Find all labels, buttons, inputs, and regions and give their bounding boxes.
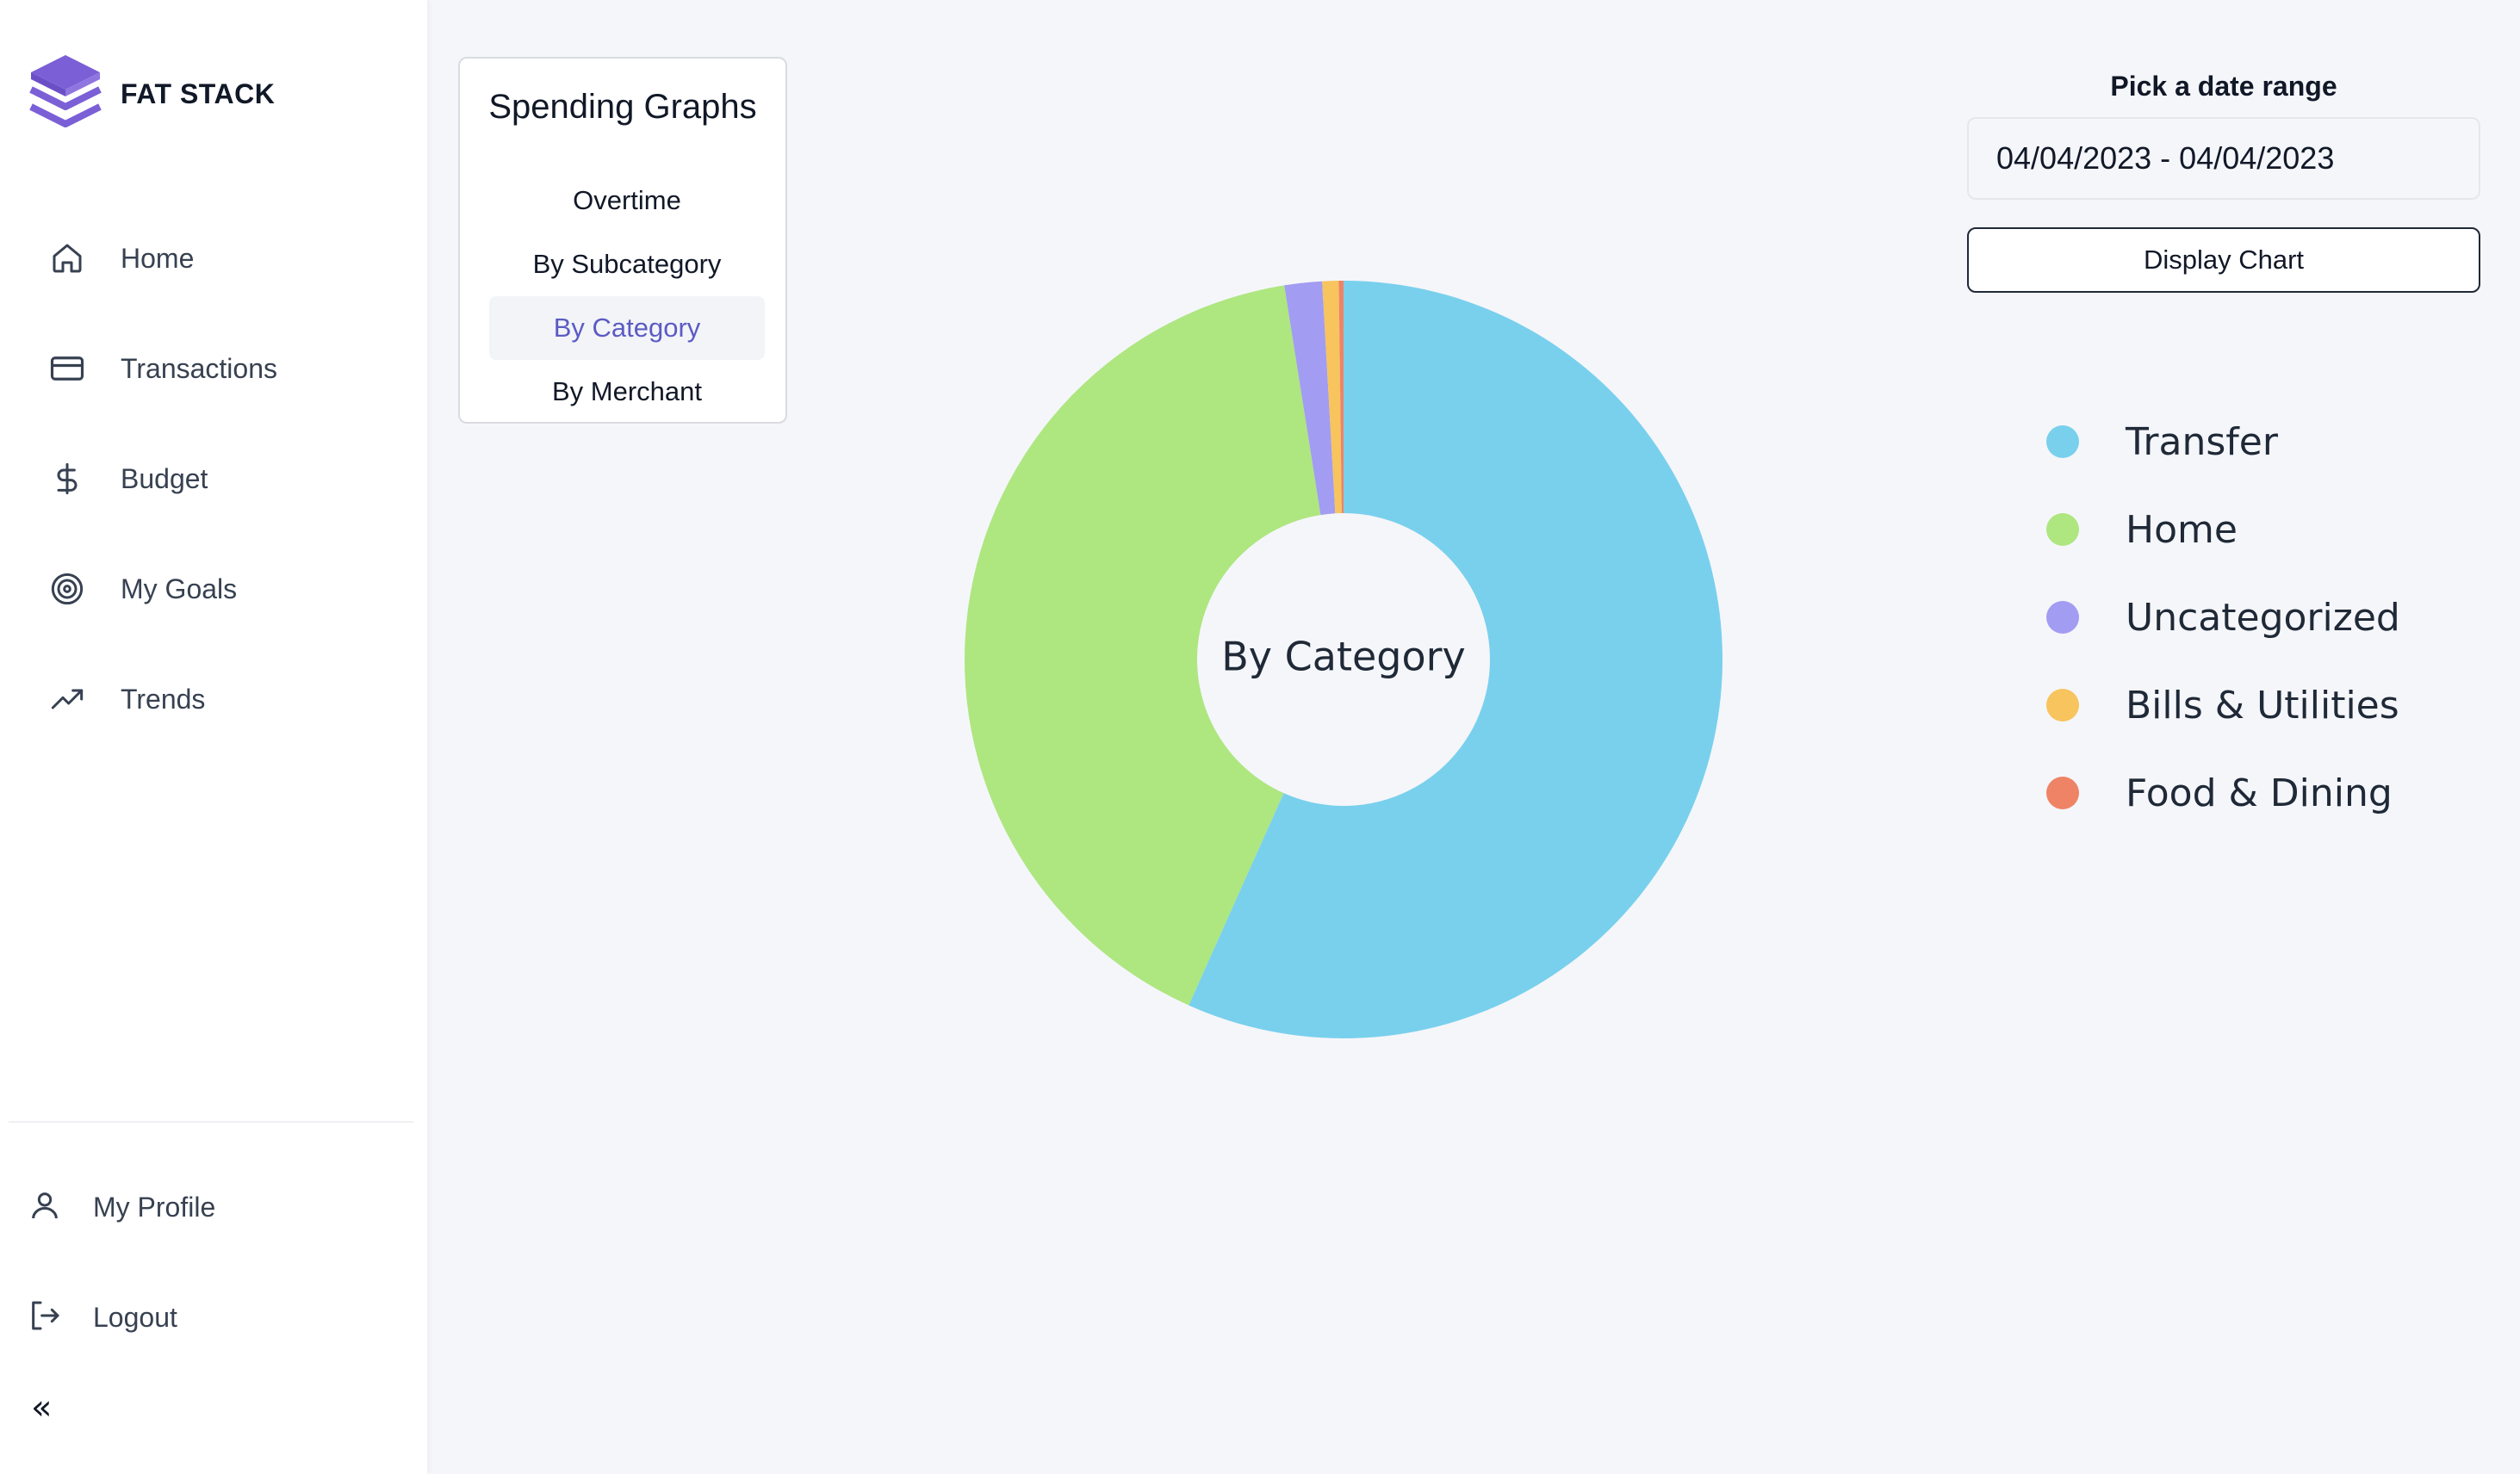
sidebar-item-label: My Goals [121, 573, 238, 604]
spending-graphs-menu: Spending Graphs Overtime By Subcategory … [458, 57, 787, 424]
legend-swatch [2046, 513, 2079, 546]
sidebar-item-logout[interactable]: Logout [28, 1291, 177, 1343]
sidebar-item-goals[interactable]: My Goals [48, 563, 237, 615]
category-donut-chart: By Category [965, 281, 1723, 1038]
sidebar-divider [9, 1121, 413, 1123]
chart-center-label: By Category [1221, 634, 1466, 680]
sidebar-item-home[interactable]: Home [48, 232, 194, 284]
legend-label: Bills & Utilities [2126, 683, 2399, 728]
chart-legend: Transfer Home Uncategorized Bills & Utiliti… [2046, 398, 2400, 837]
sidebar-item-transactions[interactable]: Transactions [48, 343, 277, 394]
sidebar-item-label: Budget [121, 462, 208, 494]
home-icon [48, 239, 86, 277]
legend-swatch [2046, 689, 2079, 722]
logout-icon [28, 1298, 62, 1337]
graph-option-by-category[interactable]: By Category [489, 296, 765, 360]
stack-logo-icon [29, 55, 102, 127]
sidebar-item-label: Home [121, 242, 195, 274]
menu-title: Spending Graphs [488, 88, 757, 126]
legend-label: Food & Dining [2126, 771, 2393, 815]
sidebar-item-budget[interactable]: Budget [48, 453, 208, 505]
legend-item[interactable]: Bills & Utilities [2046, 661, 2400, 749]
graph-option-by-subcategory[interactable]: By Subcategory [489, 232, 765, 296]
sidebar-item-label: Trends [121, 683, 206, 715]
date-range-input[interactable] [1967, 117, 2480, 200]
sidebar-item-label: Logout [93, 1301, 177, 1333]
sidebar: FAT STACK Home Transactions Budget My Go… [0, 0, 427, 1474]
legend-label: Transfer [2126, 419, 2278, 464]
credit-card-icon [48, 350, 86, 387]
legend-swatch [2046, 777, 2079, 809]
legend-item[interactable]: Food & Dining [2046, 749, 2400, 837]
graph-option-by-merchant[interactable]: By Merchant [489, 360, 765, 424]
display-chart-button[interactable]: Display Chart [1967, 227, 2480, 293]
legend-label: Home [2126, 507, 2238, 552]
sidebar-item-label: My Profile [93, 1191, 216, 1223]
collapse-sidebar-button[interactable]: « [31, 1388, 52, 1428]
legend-item[interactable]: Home [2046, 486, 2400, 573]
app-name: FAT STACK [121, 77, 276, 109]
target-icon [48, 570, 86, 608]
legend-swatch [2046, 425, 2079, 458]
legend-swatch [2046, 601, 2079, 634]
graph-option-overtime[interactable]: Overtime [489, 169, 765, 232]
user-icon [28, 1188, 62, 1227]
dollar-icon [48, 460, 86, 498]
legend-label: Uncategorized [2126, 595, 2400, 640]
trending-up-icon [48, 680, 86, 718]
sidebar-item-trends[interactable]: Trends [48, 673, 205, 725]
sidebar-item-profile[interactable]: My Profile [28, 1181, 215, 1233]
legend-item[interactable]: Transfer [2046, 398, 2400, 486]
legend-item[interactable]: Uncategorized [2046, 573, 2400, 661]
date-range-label: Pick a date range [2110, 71, 2337, 102]
sidebar-item-label: Transactions [121, 352, 277, 384]
app-logo[interactable]: FAT STACK [29, 53, 275, 134]
